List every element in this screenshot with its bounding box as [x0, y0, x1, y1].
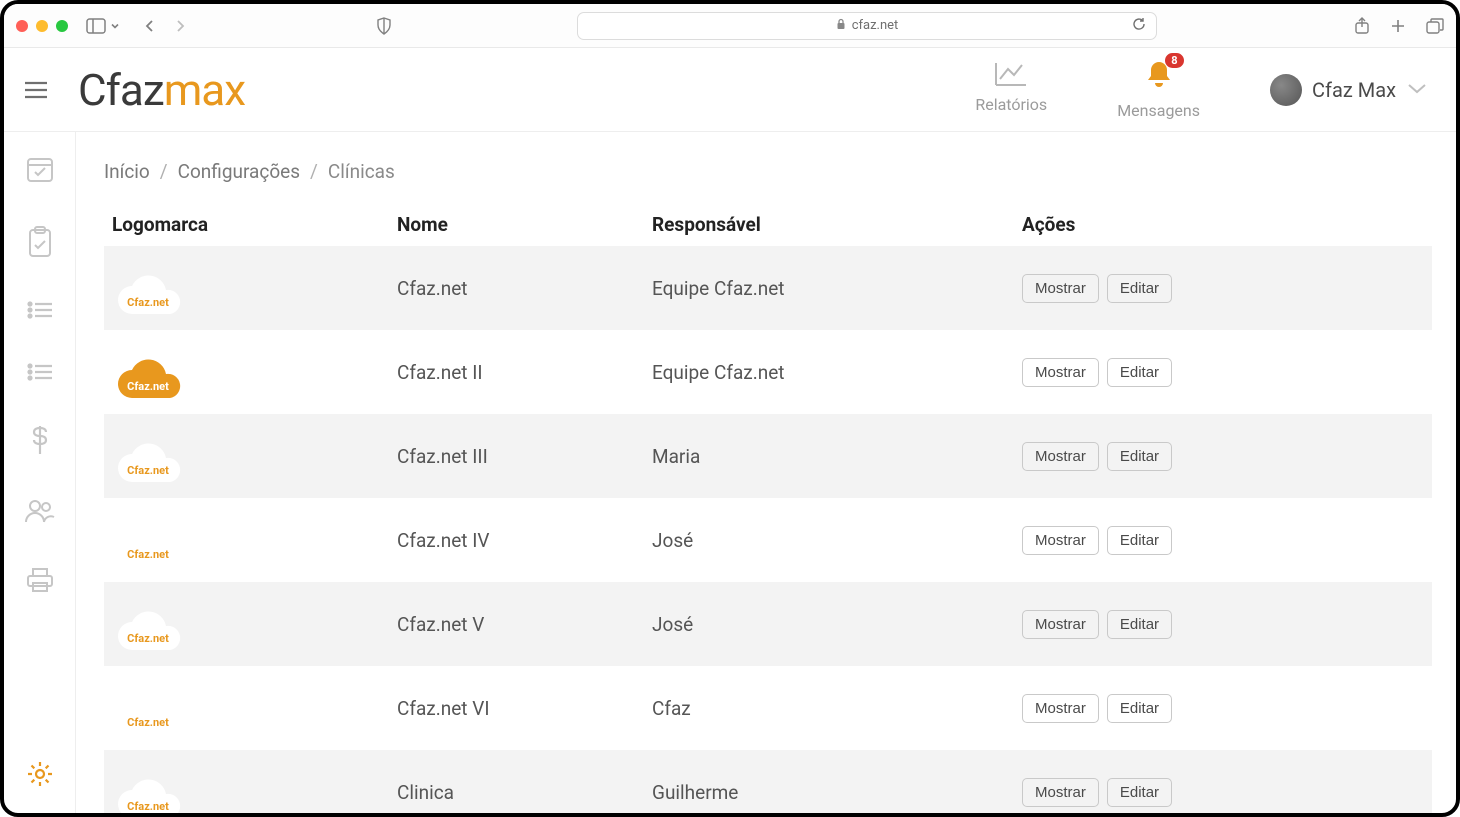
breadcrumb-settings[interactable]: Configurações	[178, 160, 300, 183]
breadcrumb-current: Clínicas	[328, 160, 395, 183]
clinic-name: Cfaz.net II	[389, 330, 644, 414]
table-row: Cfaz.net Cfaz.net IIIMaria Mostrar Editar	[104, 414, 1432, 498]
minimize-window-button[interactable]	[36, 20, 48, 32]
shield-icon[interactable]	[376, 17, 392, 35]
col-responsible: Responsável	[644, 203, 1014, 246]
clinic-name: Cfaz.net III	[389, 414, 644, 498]
clinic-logo: Cfaz.net	[112, 610, 184, 656]
show-button[interactable]: Mostrar	[1022, 778, 1099, 807]
logo-part-a: Cfaz	[78, 64, 164, 116]
main-content: Início / Configurações / Clínicas Logoma…	[76, 132, 1456, 813]
app-header: Cfazmax Relatórios 8 Mensagens Cfaz Max	[4, 48, 1456, 132]
clinic-logo: Cfaz.net	[112, 526, 184, 572]
clinic-logo: Cfaz.net	[112, 274, 184, 320]
edit-button[interactable]: Editar	[1107, 274, 1172, 303]
col-actions: Ações	[1014, 203, 1432, 246]
table-row: Cfaz.net Cfaz.net VJosé Mostrar Editar	[104, 582, 1432, 666]
chevron-down-icon	[1406, 80, 1428, 99]
table-row: Cfaz.net Cfaz.net VICfaz Mostrar Editar	[104, 666, 1432, 750]
edit-button[interactable]: Editar	[1107, 442, 1172, 471]
browser-window: cfaz.net Cfazmax	[0, 0, 1460, 817]
clinic-responsible: Cfaz	[644, 666, 1014, 750]
dollar-icon[interactable]	[30, 424, 50, 460]
clinic-logo: Cfaz.net	[112, 694, 184, 740]
clinic-logo: Cfaz.net	[112, 778, 184, 813]
user-name: Cfaz Max	[1312, 78, 1396, 102]
address-bar[interactable]: cfaz.net	[577, 12, 1157, 40]
show-button[interactable]: Mostrar	[1022, 610, 1099, 639]
clinic-responsible: Maria	[644, 414, 1014, 498]
show-button[interactable]: Mostrar	[1022, 694, 1099, 723]
forward-button[interactable]	[174, 18, 186, 34]
user-menu[interactable]: Cfaz Max	[1270, 74, 1428, 106]
lock-icon	[836, 18, 846, 33]
show-button[interactable]: Mostrar	[1022, 274, 1099, 303]
nav-messages-label: Mensagens	[1117, 101, 1200, 120]
show-button[interactable]: Mostrar	[1022, 358, 1099, 387]
list-icon-2[interactable]	[26, 362, 54, 386]
close-window-button[interactable]	[16, 20, 28, 32]
url-text: cfaz.net	[852, 18, 899, 33]
edit-button[interactable]: Editar	[1107, 526, 1172, 555]
show-button[interactable]: Mostrar	[1022, 442, 1099, 471]
calendar-check-icon[interactable]	[25, 154, 55, 188]
table-row: Cfaz.net Cfaz.net IVJosé Mostrar Editar	[104, 498, 1432, 582]
nav-reports[interactable]: Relatórios	[975, 59, 1047, 114]
new-tab-icon[interactable]	[1390, 17, 1406, 35]
app-sidebar	[4, 132, 76, 813]
maximize-window-button[interactable]	[56, 20, 68, 32]
clinic-responsible: Equipe Cfaz.net	[644, 330, 1014, 414]
avatar	[1270, 74, 1302, 106]
clinic-logo: Cfaz.net	[112, 442, 184, 488]
clinic-name: Cfaz.net	[389, 246, 644, 330]
col-name: Nome	[389, 203, 644, 246]
clinic-name: Cfaz.net V	[389, 582, 644, 666]
printer-icon[interactable]	[25, 566, 55, 598]
notification-badge: 8	[1165, 53, 1183, 68]
col-logo: Logomarca	[104, 203, 389, 246]
tabs-icon[interactable]	[1426, 17, 1444, 35]
list-icon[interactable]	[26, 300, 54, 324]
clinic-responsible: Guilherme	[644, 750, 1014, 813]
clinic-name: Cfaz.net IV	[389, 498, 644, 582]
table-row: Cfaz.netCfaz.netEquipe Cfaz.netMostrarEd…	[104, 246, 1432, 330]
clinic-responsible: Equipe Cfaz.net	[644, 246, 1014, 330]
clinic-name: Cfaz.net VI	[389, 666, 644, 750]
edit-button[interactable]: Editar	[1107, 694, 1172, 723]
window-controls	[16, 20, 68, 32]
clinic-responsible: José	[644, 582, 1014, 666]
gear-icon[interactable]	[25, 759, 55, 793]
edit-button[interactable]: Editar	[1107, 358, 1172, 387]
table-row: Cfaz.net Cfaz.net IIEquipe Cfaz.net Mostra…	[104, 330, 1432, 414]
reload-icon[interactable]	[1132, 17, 1146, 35]
show-button[interactable]: Mostrar	[1022, 526, 1099, 555]
browser-toolbar: cfaz.net	[4, 4, 1456, 48]
edit-button[interactable]: Editar	[1107, 778, 1172, 807]
breadcrumb-home[interactable]: Início	[104, 160, 150, 183]
sidebar-toggle-icon[interactable]	[86, 18, 106, 34]
clipboard-check-icon[interactable]	[26, 226, 54, 262]
chevron-down-icon[interactable]	[110, 21, 120, 31]
edit-button[interactable]: Editar	[1107, 610, 1172, 639]
clinic-responsible: José	[644, 498, 1014, 582]
app-logo[interactable]: Cfazmax	[78, 64, 245, 116]
logo-part-b: max	[164, 64, 245, 116]
clinic-logo: Cfaz.net	[112, 358, 184, 404]
nav-messages[interactable]: 8 Mensagens	[1117, 59, 1200, 120]
nav-reports-label: Relatórios	[975, 95, 1047, 114]
breadcrumb: Início / Configurações / Clínicas	[104, 160, 1432, 183]
back-button[interactable]	[144, 18, 156, 34]
share-icon[interactable]	[1354, 17, 1370, 35]
users-icon[interactable]	[24, 498, 56, 528]
menu-toggle-button[interactable]	[4, 80, 68, 100]
clinics-table: Logomarca Nome Responsável Ações Cfaz.ne…	[104, 203, 1432, 813]
clinic-name: Clinica	[389, 750, 644, 813]
table-row: Cfaz.net ClinicaGuilherme Mostrar Editar	[104, 750, 1432, 813]
